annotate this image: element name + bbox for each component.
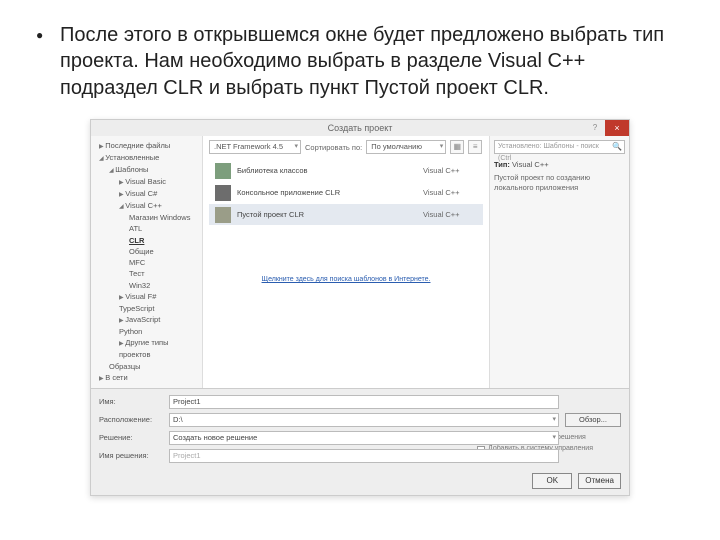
sidebar-js[interactable]: JavaScript [95,314,198,326]
close-icon[interactable]: × [605,120,629,136]
sidebar-atl[interactable]: ATL [95,223,198,234]
sidebar-win32[interactable]: Win32 [95,280,198,291]
slide-bullet-text: После этого в открывшемся окне будет пре… [0,0,720,113]
online-templates-link[interactable]: Щелкните здесь для поиска шаблонов в Инт… [209,226,483,289]
dialog-title: Создать проект [328,123,393,133]
sidebar-vcpp[interactable]: Visual C++ [95,200,198,212]
sidebar-recent[interactable]: Последние файлы [95,140,198,152]
sidebar-general[interactable]: Общие [95,246,198,257]
sidebar-vcs[interactable]: Visual C# [95,188,198,200]
template-icon [215,207,231,223]
help-button[interactable]: ? [585,120,605,136]
template-lang: Visual C++ [423,188,483,197]
sidebar-vfs[interactable]: Visual F# [95,291,198,303]
sidebar-other[interactable]: Другие типы проектов [95,337,198,360]
template-lang: Visual C++ [423,210,483,219]
sidebar-tree[interactable]: Последние файлы Установленные Шаблоны Vi… [91,136,203,388]
center-toolbar: .NET Framework 4.5 Сортировать по: По ум… [209,140,483,154]
template-description: Пустой проект по созданию локального при… [494,173,625,193]
location-field[interactable]: D:\ [169,413,559,427]
solname-field[interactable]: Project1 [169,449,559,463]
sidebar-py[interactable]: Python [95,326,198,337]
template-name: Консольное приложение CLR [237,188,423,197]
browse-button[interactable]: Обзор... [565,413,621,427]
sidebar-templates[interactable]: Шаблоны [95,164,198,176]
view-list-icon[interactable]: ≡ [468,140,482,154]
template-icon [215,163,231,179]
template-lang: Visual C++ [423,166,483,175]
sort-dropdown[interactable]: По умолчанию [366,140,446,154]
name-field[interactable]: Project1 [169,395,559,409]
bottom-form: Имя: Project1 Расположение: D:\ Обзор...… [91,388,629,469]
solname-label: Имя решения: [99,451,163,460]
description-pane: Установлено: Шаблоны - поиск (Ctrl Тип: … [489,136,629,388]
sidebar-test[interactable]: Тест [95,268,198,279]
name-label: Имя: [99,397,163,406]
template-name: Библиотека классов [237,166,423,175]
sidebar-store[interactable]: Магазин Windows [95,212,198,223]
location-label: Расположение: [99,415,163,424]
template-row[interactable]: Консольное приложение CLR Visual C++ [209,182,483,204]
template-list[interactable]: Библиотека классов Visual C++ Консольное… [209,160,483,226]
sidebar-online[interactable]: В сети [95,372,198,384]
template-row-selected[interactable]: Пустой проект CLR Visual C++ [209,204,483,226]
sidebar-clr[interactable]: CLR [95,235,198,246]
bullet-content: После этого в открывшемся окне будет пре… [60,24,664,99]
template-icon [215,185,231,201]
type-value: Visual C++ [512,160,549,169]
sidebar-vb[interactable]: Visual Basic [95,176,198,188]
template-row[interactable]: Библиотека классов Visual C++ [209,160,483,182]
sidebar-samples[interactable]: Образцы [95,361,198,372]
solution-label: Решение: [99,433,163,442]
sidebar-ts[interactable]: TypeScript [95,303,198,314]
template-name: Пустой проект CLR [237,210,423,219]
sidebar-mfc[interactable]: MFC [95,257,198,268]
ok-button[interactable]: OK [532,473,572,489]
search-input[interactable]: Установлено: Шаблоны - поиск (Ctrl [494,140,625,154]
new-project-dialog: Создать проект ? × Последние файлы Устан… [90,119,630,496]
view-large-icon[interactable]: ▦ [450,140,464,154]
solution-field[interactable]: Создать новое решение [169,431,559,445]
dialog-titlebar: Создать проект ? × [91,120,629,136]
cancel-button[interactable]: Отмена [578,473,621,489]
sidebar-installed[interactable]: Установленные [95,152,198,164]
framework-dropdown[interactable]: .NET Framework 4.5 [209,140,301,154]
sort-label: Сортировать по: [305,143,362,152]
